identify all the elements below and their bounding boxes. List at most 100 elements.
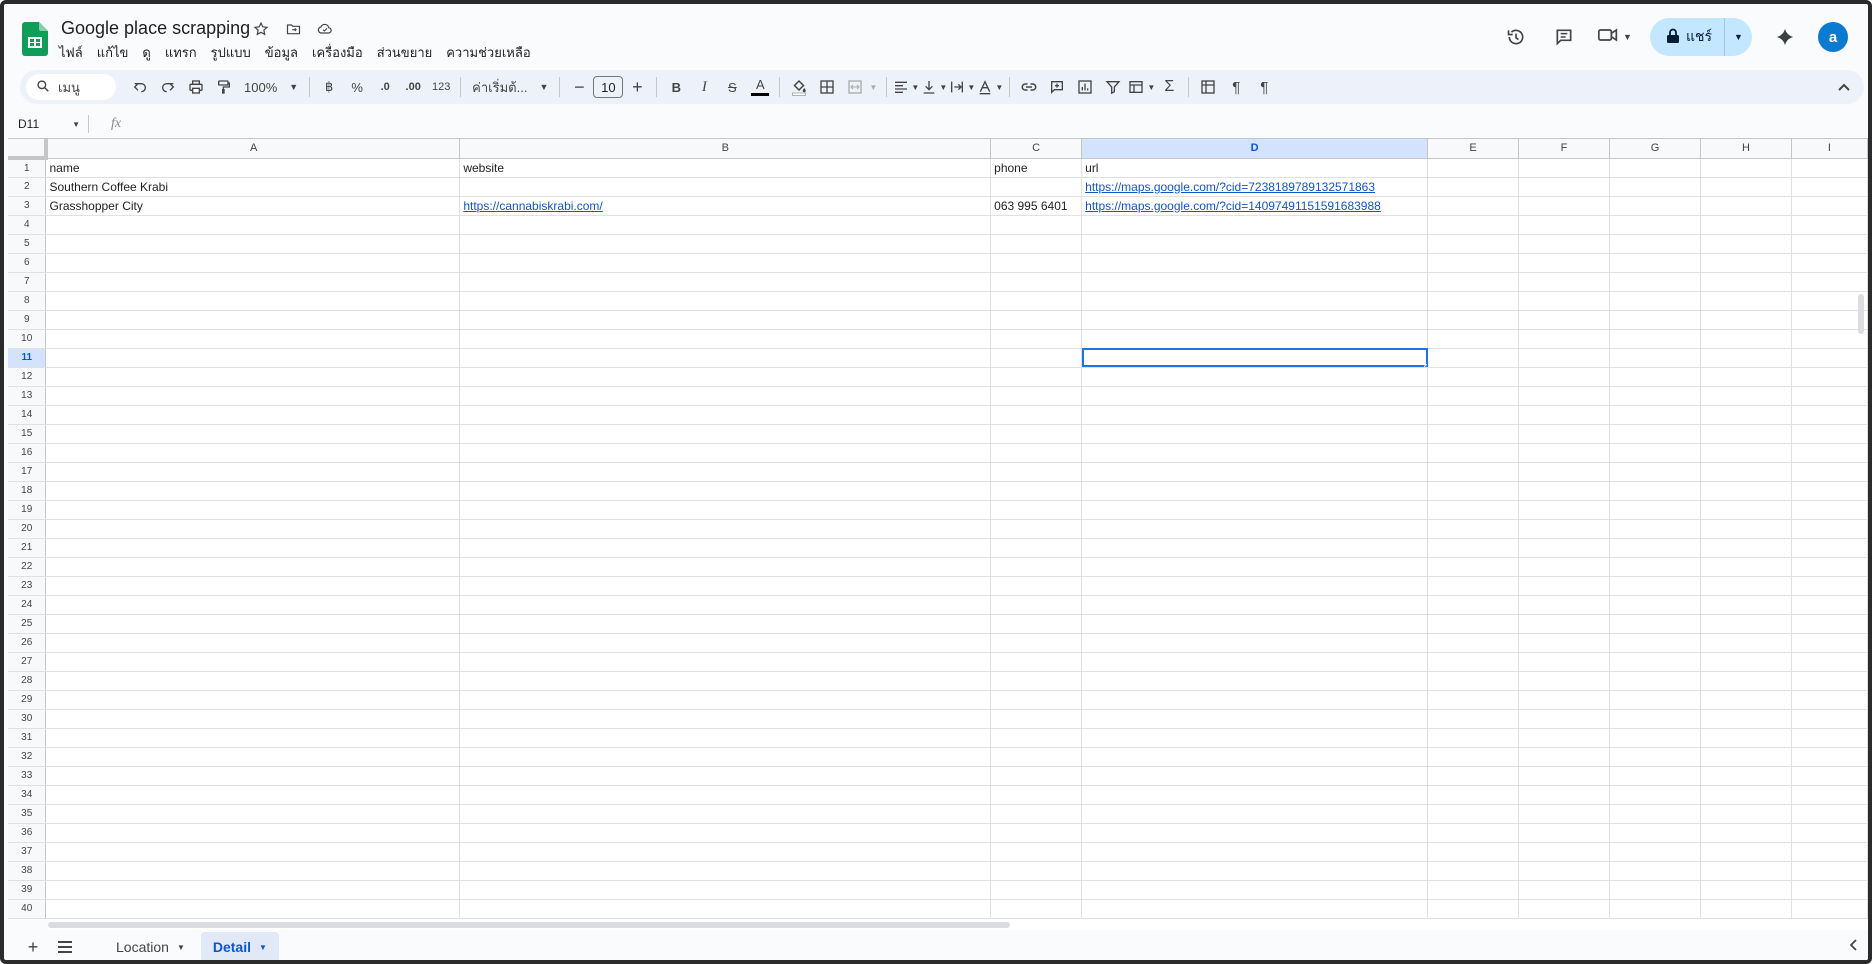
row-header[interactable]: 20 [8,519,47,539]
cell-d28[interactable] [1081,671,1429,691]
cell-f2[interactable] [1518,177,1611,197]
vertical-align-icon[interactable]: ▼ [920,73,948,101]
cell-f40[interactable] [1518,899,1611,919]
cell-g32[interactable] [1609,747,1701,767]
menu-search[interactable]: เมนู [26,74,116,100]
cell-d19[interactable] [1081,500,1429,520]
cell-c14[interactable] [990,405,1083,425]
cell-c34[interactable] [990,785,1083,805]
row-header[interactable]: 40 [8,899,47,919]
cell-g23[interactable] [1609,576,1701,596]
vertical-scrollbar[interactable] [1858,294,1864,334]
cell-a3[interactable]: Grasshopper City [45,196,461,216]
cell-a17[interactable] [45,462,461,482]
cell-a10[interactable] [45,329,461,349]
cell-d4[interactable] [1081,215,1429,235]
cell-f16[interactable] [1518,443,1611,463]
cell-g11[interactable] [1609,348,1701,368]
row-header[interactable]: 35 [8,804,47,824]
cell-h13[interactable] [1700,386,1792,406]
column-header-i[interactable]: I [1791,139,1868,159]
cell-c28[interactable] [990,671,1083,691]
row-header[interactable]: 3 [8,196,47,216]
cell-b27[interactable] [459,652,992,672]
cell-c25[interactable] [990,614,1083,634]
cell-f21[interactable] [1518,538,1611,558]
cell-e3[interactable] [1427,196,1520,216]
formula-input[interactable] [131,114,1868,134]
row-header[interactable]: 36 [8,823,47,843]
cell-i14[interactable] [1791,405,1868,425]
cell-h33[interactable] [1700,766,1792,786]
cell-b36[interactable] [459,823,992,843]
cell-d25[interactable] [1081,614,1429,634]
cell-f29[interactable] [1518,690,1611,710]
cell-i26[interactable] [1791,633,1868,653]
more-formats-button[interactable]: 123 [427,73,455,101]
cell-i18[interactable] [1791,481,1868,501]
cell-f20[interactable] [1518,519,1611,539]
cell-f17[interactable] [1518,462,1611,482]
cell-a14[interactable] [45,405,461,425]
cell-d15[interactable] [1081,424,1429,444]
cell-link[interactable]: https://maps.google.com/?cid=72381897891… [1085,180,1375,194]
cell-e27[interactable] [1427,652,1520,672]
share-dropdown[interactable]: ▼ [1724,18,1752,56]
text-color-icon[interactable]: A [746,73,774,101]
cell-f30[interactable] [1518,709,1611,729]
cell-i5[interactable] [1791,234,1868,254]
cell-c33[interactable] [990,766,1083,786]
cell-i34[interactable] [1791,785,1868,805]
cell-h1[interactable] [1700,158,1792,178]
cell-c6[interactable] [990,253,1083,273]
cell-h6[interactable] [1700,253,1792,273]
row-header[interactable]: 27 [8,652,47,672]
cell-d22[interactable] [1081,557,1429,577]
cell-h32[interactable] [1700,747,1792,767]
text-wrapping-icon[interactable]: ▼ [948,73,976,101]
cell-b37[interactable] [459,842,992,862]
cell-h20[interactable] [1700,519,1792,539]
row-header[interactable]: 25 [8,614,47,634]
cell-g12[interactable] [1609,367,1701,387]
filter-icon[interactable] [1099,73,1127,101]
cell-h23[interactable] [1700,576,1792,596]
cell-e34[interactable] [1427,785,1520,805]
sheet-tab-detail[interactable]: Detail ▼ [200,932,279,960]
cell-a20[interactable] [45,519,461,539]
row-header[interactable]: 33 [8,766,47,786]
horizontal-scrollbar[interactable] [48,920,1868,930]
cell-h28[interactable] [1700,671,1792,691]
cell-a19[interactable] [45,500,461,520]
cell-c23[interactable] [990,576,1083,596]
cell-a18[interactable] [45,481,461,501]
cell-d20[interactable] [1081,519,1429,539]
row-header[interactable]: 32 [8,747,47,767]
cell-c26[interactable] [990,633,1083,653]
cell-g20[interactable] [1609,519,1701,539]
print-icon[interactable] [182,73,210,101]
all-sheets-icon[interactable] [50,932,80,960]
column-header-f[interactable]: F [1518,139,1611,159]
cell-e15[interactable] [1427,424,1520,444]
cell-d7[interactable] [1081,272,1429,292]
cell-a13[interactable] [45,386,461,406]
row-header[interactable]: 18 [8,481,47,501]
row-header[interactable]: 23 [8,576,47,596]
freeze-icon[interactable] [1194,73,1222,101]
cell-h15[interactable] [1700,424,1792,444]
cell-a26[interactable] [45,633,461,653]
increase-decimal-button[interactable]: .00 [399,73,427,101]
cell-c39[interactable] [990,880,1083,900]
cell-b6[interactable] [459,253,992,273]
cell-f3[interactable] [1518,196,1611,216]
cell-h31[interactable] [1700,728,1792,748]
cell-g16[interactable] [1609,443,1701,463]
cell-d2[interactable]: https://maps.google.com/?cid=72381897891… [1081,177,1429,197]
cell-i6[interactable] [1791,253,1868,273]
cell-b31[interactable] [459,728,992,748]
cell-e5[interactable] [1427,234,1520,254]
cell-f34[interactable] [1518,785,1611,805]
increase-font-size-icon[interactable]: + [623,73,651,101]
cell-b30[interactable] [459,709,992,729]
